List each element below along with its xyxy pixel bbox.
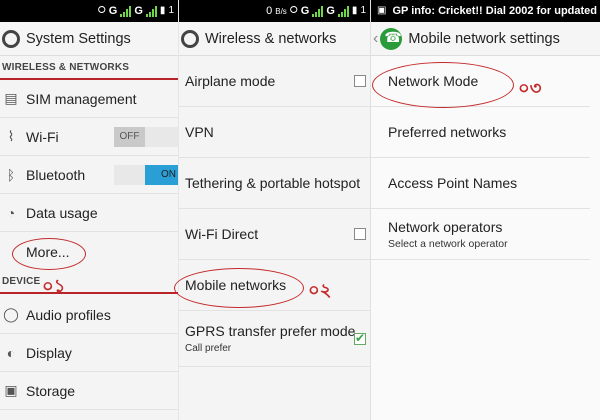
settings-item-sim-management[interactable]: ▤ SIM management — [0, 80, 178, 118]
signal-g-label: G — [300, 5, 310, 17]
item-label: Preferred networks — [388, 124, 507, 140]
bluetooth-icon: ᛒ — [6, 166, 16, 183]
sim-slot-number: 1 — [168, 5, 174, 16]
sim-status-icon: ▮ — [159, 5, 166, 16]
wifi-direct-checkbox[interactable] — [354, 228, 366, 240]
wifi-icon: ⌇ — [7, 128, 15, 144]
page-title: Wireless & networks — [205, 30, 337, 47]
page-header: System Settings — [0, 22, 178, 56]
settings-item-more[interactable]: More... — [0, 232, 178, 272]
item-label: Wi-Fi — [26, 128, 59, 145]
toggle-on-segment — [145, 127, 178, 147]
item-label: Network operators — [388, 218, 503, 235]
settings-item-wifi-direct[interactable]: Wi-Fi Direct — [179, 209, 370, 260]
bluetooth-toggle[interactable]: ON — [114, 165, 178, 185]
data-rate-unit: B/s — [275, 6, 287, 16]
item-label: Wi-Fi Direct — [185, 226, 259, 242]
display-icon: ◐ — [6, 344, 16, 361]
settings-gear-icon — [181, 29, 199, 48]
item-label: Access Point Names — [388, 175, 518, 191]
section-device: DEVICE — [0, 272, 178, 294]
annotation-number-2: ০২ — [308, 280, 332, 301]
page-header: Wireless & networks — [179, 22, 370, 56]
section-wireless-networks: WIRELESS & NETWORKS — [0, 56, 178, 80]
settings-item-display[interactable]: ◐ Display — [0, 334, 178, 372]
item-label: Airplane mode — [185, 73, 276, 89]
wireless-networks-panel: 0 B/s ⭘ G G ▮ 1 Wireless & networks Airp… — [178, 0, 370, 420]
status-bar: 0 B/s ⭘ G G ▮ 1 — [179, 0, 370, 22]
sim-status-icon: ▮ — [351, 5, 358, 16]
system-settings-panel: ⭘ G G ▮ 1 System Settings WIRELESS & NET… — [0, 0, 178, 420]
wifi-toggle[interactable]: OFF — [114, 127, 178, 147]
item-label: Mobile networks — [185, 277, 287, 293]
signal-g-label: G — [108, 5, 118, 17]
storage-icon: ▣ — [4, 382, 18, 398]
settings-item-network-operators[interactable]: Network operators Select a network opera… — [371, 209, 590, 260]
toggle-on-label: ON — [145, 165, 178, 185]
settings-item-bluetooth[interactable]: ᛒ Bluetooth ON — [0, 156, 178, 194]
sim-slot-number: 1 — [360, 5, 366, 16]
gprs-transfer-checkbox[interactable] — [354, 331, 366, 345]
item-label: More... — [26, 244, 70, 260]
item-label: SIM management — [26, 90, 137, 107]
settings-item-wifi[interactable]: ⌇ Wi-Fi OFF — [0, 118, 178, 156]
status-bar: ▣ GP info: Cricket!! Dial 2002 for updat… — [371, 0, 600, 22]
data-usage-icon: ◔ — [6, 204, 16, 221]
signal-g-label-2: G — [326, 5, 335, 17]
item-label: Tethering & portable hotspot — [185, 175, 361, 191]
item-label: Storage — [26, 382, 76, 399]
toggle-off-label: OFF — [114, 127, 145, 147]
settings-item-storage[interactable]: ▣ Storage — [0, 372, 178, 410]
status-bar: ⭘ G G ▮ 1 — [0, 0, 178, 22]
item-label: Audio profiles — [26, 306, 111, 323]
page-header: ‹ Mobile network settings — [371, 22, 600, 56]
audio-profiles-icon: ◯ — [3, 306, 19, 322]
settings-item-tethering[interactable]: Tethering & portable hotspot — [179, 158, 370, 209]
item-summary: Call prefer — [185, 343, 232, 354]
settings-item-access-point-names[interactable]: Access Point Names — [371, 158, 590, 209]
item-label: Bluetooth — [26, 166, 86, 183]
vibrate-icon: ⭘ — [97, 5, 106, 16]
notification-icon: ▣ — [377, 5, 387, 16]
settings-item-preferred-networks[interactable]: Preferred networks — [371, 107, 590, 158]
item-label: Data usage — [26, 204, 98, 221]
vibrate-icon: ⭘ — [289, 5, 298, 16]
settings-item-airplane-mode[interactable]: Airplane mode — [179, 56, 370, 107]
item-label: GPRS transfer prefer mode — [185, 323, 356, 339]
signal-strength-icon-2 — [337, 5, 349, 17]
mobile-network-settings-panel: ▣ GP info: Cricket!! Dial 2002 for updat… — [370, 0, 600, 420]
settings-item-gprs-transfer[interactable]: GPRS transfer prefer mode Call prefer — [179, 311, 370, 367]
settings-item-mobile-networks[interactable]: Mobile networks — [179, 260, 370, 311]
toggle-off-segment — [114, 165, 145, 185]
settings-item-data-usage[interactable]: ◔ Data usage — [0, 194, 178, 232]
page-title: Mobile network settings — [408, 30, 560, 47]
item-label: Network Mode — [388, 73, 479, 89]
settings-gear-icon — [2, 29, 20, 48]
airplane-mode-checkbox[interactable] — [354, 75, 366, 87]
signal-g-label-2: G — [134, 5, 143, 17]
page-title: System Settings — [26, 30, 131, 47]
annotation-number-1: ০১ — [42, 276, 66, 297]
settings-item-network-mode[interactable]: Network Mode — [371, 56, 590, 107]
sim-icon: ▤ — [4, 90, 18, 106]
status-ticker-text: GP info: Cricket!! Dial 2002 for updated — [392, 5, 598, 17]
signal-strength-icon — [120, 5, 132, 17]
settings-item-audio-profiles[interactable]: ◯ Audio profiles — [0, 296, 178, 334]
item-label: VPN — [185, 124, 214, 140]
settings-item-vpn[interactable]: VPN — [179, 107, 370, 158]
back-chevron-icon[interactable]: ‹ — [373, 30, 378, 48]
item-label: Display — [26, 344, 72, 361]
data-rate: 0 — [266, 5, 273, 17]
signal-strength-icon-2 — [145, 5, 157, 17]
phone-call-icon — [380, 27, 403, 50]
item-summary: Select a network operator — [388, 237, 508, 250]
annotation-number-3: ০৩ — [518, 78, 542, 99]
signal-strength-icon — [312, 5, 324, 17]
